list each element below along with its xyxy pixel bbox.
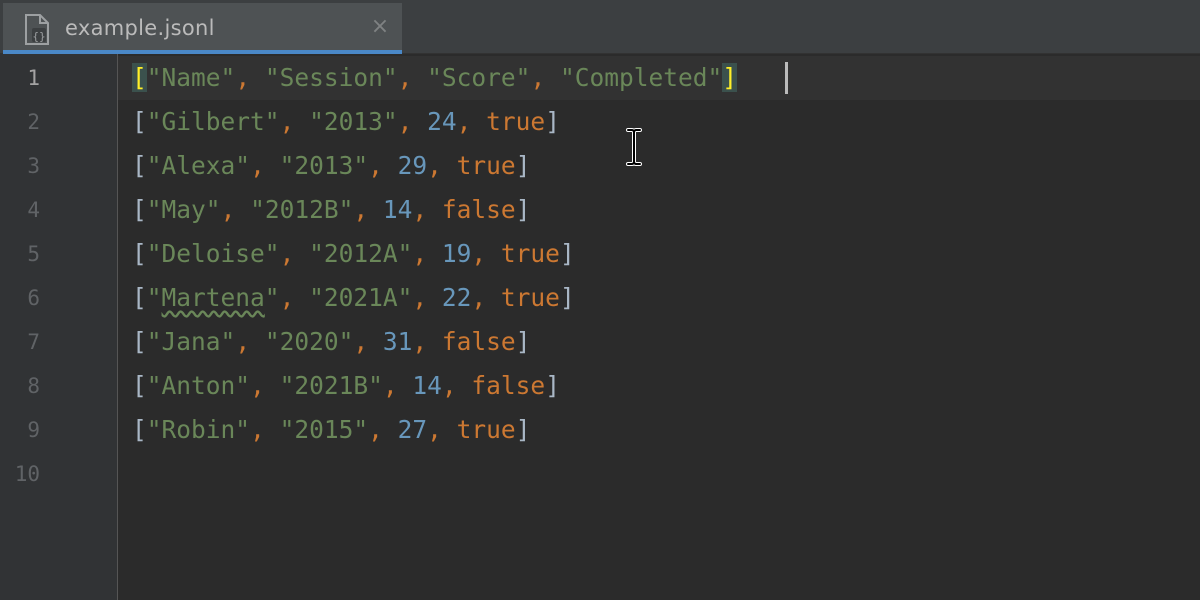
row-score: 24 (427, 107, 457, 136)
tab-example-jsonl[interactable]: {} example.jsonl × (3, 3, 402, 54)
row-session: 2013 (294, 151, 354, 180)
row-completed: false (441, 195, 516, 224)
row-name: May (161, 195, 206, 224)
header-score: Score (441, 63, 516, 92)
line-number: 5 (27, 242, 40, 266)
i-beam-cursor-icon (626, 128, 642, 166)
line-number-gutter[interactable]: 1 2 3 4 5 6 7 8 9 10 (0, 54, 118, 600)
header-completed: Completed (574, 63, 708, 92)
row-session: 2012B (264, 195, 339, 224)
row-session: 2013 (323, 107, 383, 136)
row-name: Jana (161, 327, 221, 356)
code-line-5[interactable]: ["Deloise", "2012A", 19, true] (132, 232, 575, 276)
jsonl-file-icon: {} (25, 14, 49, 45)
code-line-7[interactable]: ["Jana", "2020", 31, false] (132, 320, 530, 364)
line-number: 9 (27, 418, 40, 442)
row-name: Deloise (161, 239, 265, 268)
text-caret (785, 62, 788, 94)
close-icon[interactable]: × (367, 14, 393, 40)
row-session: 2021A (323, 283, 398, 312)
code-line-9[interactable]: ["Robin", "2015", 27, true] (132, 408, 530, 452)
row-score: 14 (382, 195, 413, 224)
line-number: 8 (27, 374, 40, 398)
header-name: Name (161, 63, 221, 92)
line-number: 6 (27, 286, 40, 310)
code-line-3[interactable]: ["Alexa", "2013", 29, true] (132, 144, 530, 188)
code-line-6[interactable]: ["Martena", "2021A", 22, true] (132, 276, 575, 320)
code-line-8[interactable]: ["Anton", "2021B", 14, false] (132, 364, 560, 408)
code-line-2[interactable]: ["Gilbert", "2013", 24, true] (132, 100, 560, 144)
line-number: 2 (27, 110, 40, 134)
header-session: Session (279, 63, 383, 92)
row-completed: true (456, 151, 516, 180)
row-session: 2020 (279, 327, 339, 356)
row-completed: false (471, 371, 546, 400)
row-completed: true (456, 415, 516, 444)
row-session: 2015 (294, 415, 354, 444)
row-name: Gilbert (161, 107, 265, 136)
row-completed: false (441, 327, 516, 356)
row-score: 27 (397, 415, 428, 444)
matched-bracket-close: ] (722, 63, 738, 92)
line-number: 1 (27, 66, 40, 90)
row-session: 2021B (294, 371, 369, 400)
row-score: 19 (441, 239, 472, 268)
row-score: 14 (412, 371, 442, 400)
matched-bracket-open: [ (132, 63, 147, 92)
row-completed: true (500, 283, 560, 312)
line-number: 4 (27, 198, 40, 222)
svg-text:{}: {} (32, 30, 45, 43)
code-editor[interactable]: ["Name", "Session", "Score", "Completed"… (118, 54, 1200, 600)
code-line-1[interactable]: ["Name", "Session", "Score", "Completed"… (132, 56, 738, 100)
line-number: 3 (27, 154, 40, 178)
row-name: Robin (161, 415, 236, 444)
line-number: 10 (14, 462, 40, 486)
row-name: Alexa (161, 151, 236, 180)
code-line-4[interactable]: ["May", "2012B", 14, false] (132, 188, 530, 232)
row-completed: true (500, 239, 560, 268)
row-name-spelling-warning[interactable]: Martena (162, 283, 265, 312)
row-score: 31 (382, 327, 413, 356)
line-number: 7 (27, 330, 40, 354)
editor-tab-bar: {} example.jsonl × (0, 0, 1200, 54)
row-completed: true (486, 107, 546, 136)
row-score: 22 (441, 283, 472, 312)
row-name: Anton (161, 371, 236, 400)
row-score: 29 (397, 151, 428, 180)
tab-title: example.jsonl (65, 16, 215, 40)
row-session: 2012A (323, 239, 398, 268)
